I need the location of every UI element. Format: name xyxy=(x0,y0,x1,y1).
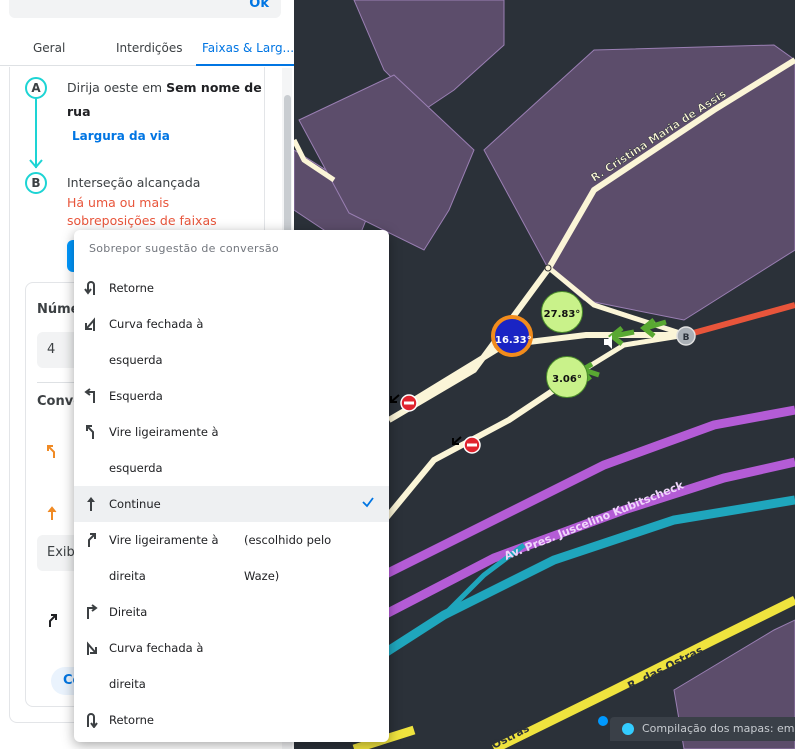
left-turn-icon xyxy=(84,388,95,403)
check-icon xyxy=(362,497,374,508)
overlap-warning-line-2: sobreposições de faixas xyxy=(67,213,217,228)
u-turn-left-icon xyxy=(84,281,95,295)
menu-item-sharp-right[interactable]: Curva fechada à xyxy=(74,630,389,666)
menu-item-slight-right-cont[interactable]: direita Waze) xyxy=(74,558,389,594)
waze-icon xyxy=(622,723,634,735)
menu-item-sharp-left-cont[interactable]: esquerda xyxy=(74,342,389,378)
menu-item-label: Direita xyxy=(109,605,148,619)
location-dot[interactable] xyxy=(598,716,608,726)
turn-restriction-arrow-icon[interactable] xyxy=(390,394,400,403)
tab-general[interactable]: Geral xyxy=(33,41,65,55)
map-attribution: Compilação dos mapas: em 13 xyxy=(610,717,795,741)
menu-item-label: Retorne xyxy=(109,281,154,295)
menu-item-u-turn-left[interactable]: Retorne xyxy=(74,270,389,306)
menu-item-label: Retorne xyxy=(109,713,154,727)
road-purple[interactable] xyxy=(381,457,795,619)
no-entry-bar xyxy=(404,401,414,405)
slight-left-icon xyxy=(86,425,94,439)
menu-item-label: esquerda xyxy=(109,461,163,475)
menu-item-label: Vire ligeiramente à xyxy=(109,425,219,439)
waze-choice-note: (escolhido pelo xyxy=(244,533,332,547)
menu-item-label: Continue xyxy=(109,497,161,511)
menu-item-slight-left-cont[interactable]: esquerda xyxy=(74,450,389,486)
road-red-segment[interactable] xyxy=(685,302,795,338)
u-turn-right-icon xyxy=(87,713,98,728)
tab-closures[interactable]: Interdições xyxy=(116,41,182,55)
step-a-text-cont: rua xyxy=(67,104,91,119)
right-turn-icon xyxy=(87,604,98,619)
road-cream[interactable] xyxy=(361,372,588,547)
menu-item-label: Curva fechada à xyxy=(109,641,204,655)
menu-item-sharp-right-cont[interactable]: direita xyxy=(74,666,389,702)
chevron-down-icon xyxy=(29,159,43,169)
node-b-map-label: B xyxy=(683,333,690,343)
menu-item-label: Curva fechada à xyxy=(109,317,204,331)
junction-node[interactable] xyxy=(544,264,552,272)
top-field: Ok xyxy=(9,0,281,18)
menu-item-left[interactable]: Esquerda xyxy=(74,378,389,414)
menu-item-label: Vire ligeiramente à xyxy=(109,533,219,547)
angle-value-1: 27.83° xyxy=(543,309,581,320)
step-a-text: Dirija oeste em Sem nome de xyxy=(67,80,262,95)
menu-item-u-turn-right[interactable]: Retorne xyxy=(74,702,389,738)
attribution-text: Compilação dos mapas: em 13 xyxy=(642,722,795,735)
step-b-text: Interseção alcançada xyxy=(67,175,201,190)
node-b-marker: B xyxy=(25,172,47,194)
overlap-warning-line-1: Há uma ou mais xyxy=(67,195,170,210)
menu-item-label: Esquerda xyxy=(109,389,163,403)
menu-header: Sobrepor sugestão de conversão xyxy=(89,242,279,255)
slight-right-arrow-icon[interactable] xyxy=(44,612,60,628)
menu-item-continue[interactable]: Continue xyxy=(74,486,389,522)
menu-item-label: direita xyxy=(109,569,146,583)
straight-arrow-icon[interactable] xyxy=(44,505,60,521)
menu-item-label: esquerda xyxy=(109,353,163,367)
tab-bar: Geral Interdições Faixas & Larg... xyxy=(0,30,294,66)
menu-item-label: direita xyxy=(109,677,146,691)
angle-value-2: 16.33° xyxy=(495,335,532,346)
lane-width-link[interactable]: Largura da via xyxy=(72,129,170,143)
tab-lanes[interactable]: Faixas & Larg... xyxy=(202,41,294,55)
menu-item-slight-right[interactable]: Vire ligeiramente à (escolhido pelo xyxy=(74,522,389,558)
active-tab-indicator xyxy=(196,64,294,66)
slight-right-icon xyxy=(88,533,96,547)
ok-button[interactable]: Ok xyxy=(249,0,269,11)
angle-value-3: 3.06° xyxy=(552,374,582,385)
no-entry-bar xyxy=(467,443,477,447)
angle-bubble-selected[interactable]: 16.33° xyxy=(491,315,533,357)
turn-override-menu: Sobrepor sugestão de conversão Retorne C… xyxy=(74,230,389,742)
angle-bubble-1[interactable]: 27.83° xyxy=(541,291,583,333)
menu-item-sharp-left[interactable]: Curva fechada à xyxy=(74,306,389,342)
slight-left-arrow-icon[interactable] xyxy=(44,443,60,459)
waze-choice-note: Waze) xyxy=(244,569,280,583)
straight-icon xyxy=(87,497,95,511)
sharp-left-icon xyxy=(85,317,95,331)
menu-item-right[interactable]: Direita xyxy=(74,594,389,630)
sharp-right-icon xyxy=(87,641,97,655)
menu-item-slight-left[interactable]: Vire ligeiramente à xyxy=(74,414,389,450)
node-a-marker: A xyxy=(25,77,47,99)
angle-bubble-3[interactable]: 3.06° xyxy=(546,356,588,398)
